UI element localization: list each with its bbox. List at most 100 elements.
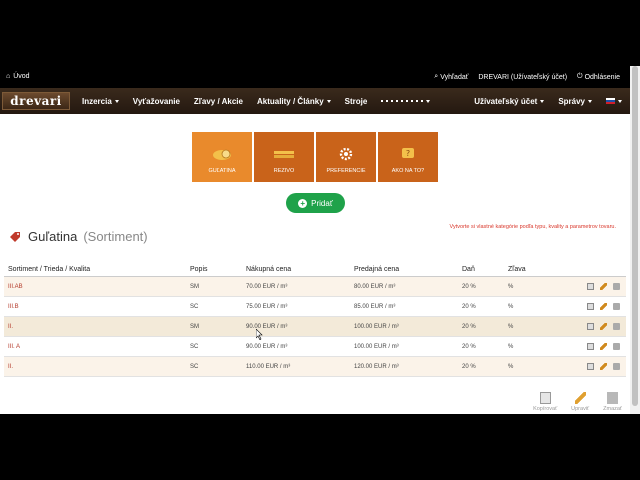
nav-item-aktuality[interactable]: Aktuality / Články xyxy=(257,97,331,106)
pencil-icon[interactable] xyxy=(600,303,607,310)
row-actions xyxy=(584,343,626,350)
trash-icon[interactable] xyxy=(613,323,620,330)
cell-nakup: 90.00 EUR / m³ xyxy=(246,343,288,350)
cell-sortiment[interactable]: II. xyxy=(4,364,190,370)
cell-sortiment[interactable]: III.B xyxy=(4,304,190,310)
trash-icon[interactable] xyxy=(613,283,620,290)
nav-item-messages[interactable]: Správy xyxy=(558,97,592,106)
nav-item-label: Inzercia xyxy=(82,96,112,106)
chevron-down-icon xyxy=(114,99,119,103)
search-link[interactable]: ⌕ Vyhľadať xyxy=(434,73,468,81)
cell-predaj: 80.00 EUR / m³ xyxy=(354,283,396,290)
chevron-down-icon xyxy=(326,99,331,103)
home-label: Úvod xyxy=(13,73,30,80)
grid-icon xyxy=(381,100,424,102)
logo[interactable]: drevari xyxy=(2,92,70,110)
top-bar: ⌂ Úvod ⌕ Vyhľadať DREVARI (Užívateľský ú… xyxy=(0,66,630,88)
pencil-icon[interactable] xyxy=(600,363,607,370)
question-icon: ? xyxy=(397,146,419,162)
bulk-edit-label: Upraviť xyxy=(571,406,590,412)
nav-item-zlavy[interactable]: Zľavy / Akcie xyxy=(194,97,243,106)
log-icon xyxy=(211,146,233,162)
sortiment-table: Sortiment / Trieda / Kvalita Popis Nákup… xyxy=(4,262,626,377)
home-link[interactable]: ⌂ Úvod xyxy=(6,73,30,80)
col-sortiment[interactable]: Sortiment / Trieda / Kvalita xyxy=(4,266,190,273)
pencil-icon xyxy=(574,392,586,404)
col-nakupna-cena[interactable]: Nákupná cena xyxy=(246,266,354,273)
col-popis[interactable]: Popis xyxy=(190,266,246,273)
cell-sortiment[interactable]: III. A xyxy=(4,344,190,350)
page-title-text: Guľatina xyxy=(28,229,78,244)
cell-nakup: 70.00 EUR / m³ xyxy=(246,283,288,290)
table-row[interactable]: II. SC 110.00 EUR / m³ 120.00 EUR / m³ 2… xyxy=(4,357,626,377)
cell-predaj: 120.00 EUR / m³ xyxy=(354,363,399,370)
cell-dan: 20 % xyxy=(462,363,476,370)
apps-menu[interactable] xyxy=(381,97,431,106)
nav-item-inzercia[interactable]: Inzercia xyxy=(82,97,119,106)
chevron-down-icon xyxy=(618,99,622,103)
chevron-down-icon xyxy=(588,99,592,103)
account-link[interactable]: DREVARI (Užívateľský účet) xyxy=(478,74,567,81)
pencil-icon[interactable] xyxy=(600,323,607,330)
nav-right: Užívateľský účet Správy xyxy=(474,97,622,106)
cell-sortiment[interactable]: II. xyxy=(4,324,190,330)
search-label: Vyhľadať xyxy=(440,73,469,81)
hint-text: Vytvorte si vlastné kategórie podľa typu… xyxy=(449,224,616,230)
trash-icon[interactable] xyxy=(613,363,620,370)
bulk-copy-button[interactable]: Kopírovať xyxy=(533,392,557,412)
top-bar-right: ⌕ Vyhľadať DREVARI (Užívateľský účet) ⏻ … xyxy=(434,73,620,81)
row-actions xyxy=(584,283,626,290)
tile-label: AKO NA TO? xyxy=(391,168,425,174)
nav-item-user-account[interactable]: Užívateľský účet xyxy=(474,96,545,106)
col-dan[interactable]: Daň xyxy=(462,266,508,273)
logout-link[interactable]: ⏻ Odhlásenie xyxy=(577,73,620,81)
bulk-edit-button[interactable]: Upraviť xyxy=(571,392,589,412)
nav-item-label: Vyťažovanie xyxy=(132,96,180,106)
pencil-icon[interactable] xyxy=(600,343,607,350)
category-tiles: GUĽATINA REZIVO PREFERENCIE ? AKO NA TO? xyxy=(192,132,438,182)
tile-preferencie[interactable]: PREFERENCIE xyxy=(316,132,376,182)
language-selector[interactable] xyxy=(606,98,622,104)
scrollbar-thumb[interactable] xyxy=(632,66,638,406)
gear-icon xyxy=(335,146,357,162)
pencil-icon[interactable] xyxy=(600,283,607,290)
copy-icon[interactable] xyxy=(587,303,594,310)
table-row[interactable]: III. A SC 90.00 EUR / m³ 100.00 EUR / m³… xyxy=(4,337,626,357)
nav-item-stroje[interactable]: Stroje xyxy=(345,97,368,106)
tile-label: REZIVO xyxy=(273,168,295,174)
table-row[interactable]: II. SM 90.00 EUR / m³ 100.00 EUR / m³ 20… xyxy=(4,317,626,337)
nav-item-label: Správy xyxy=(558,96,585,106)
tile-ako-na-to[interactable]: ? AKO NA TO? xyxy=(378,132,438,182)
cell-zlava: % xyxy=(508,283,514,290)
copy-icon[interactable] xyxy=(587,323,594,330)
nav-item-vytazovanie[interactable]: Vyťažovanie xyxy=(133,97,180,106)
cell-popis: SC xyxy=(190,303,199,310)
cell-sortiment[interactable]: III.AB xyxy=(4,284,190,290)
col-zlava[interactable]: Zľava xyxy=(508,266,584,273)
cell-nakup: 75.00 EUR / m³ xyxy=(246,303,288,310)
add-button[interactable]: + Pridať xyxy=(286,193,345,213)
cell-dan: 20 % xyxy=(462,283,476,290)
table-row[interactable]: III.B SC 75.00 EUR / m³ 85.00 EUR / m³ 2… xyxy=(4,297,626,317)
copy-icon[interactable] xyxy=(587,283,594,290)
tile-rezivo[interactable]: REZIVO xyxy=(254,132,314,182)
trash-icon[interactable] xyxy=(613,303,620,310)
nav-item-label: Užívateľský účet xyxy=(474,96,538,106)
cell-dan: 20 % xyxy=(462,323,476,330)
bulk-delete-button[interactable]: Zmazať xyxy=(603,392,622,412)
tile-label: PREFERENCIE xyxy=(326,168,366,174)
trash-icon[interactable] xyxy=(613,343,620,350)
page-subtitle: (Sortiment) xyxy=(83,229,148,244)
copy-icon[interactable] xyxy=(587,343,594,350)
tag-icon xyxy=(10,231,20,242)
tile-gulatina[interactable]: GUĽATINA xyxy=(192,132,252,182)
cell-popis: SM xyxy=(190,323,199,330)
row-actions xyxy=(584,323,626,330)
scrollbar[interactable] xyxy=(630,66,640,414)
copy-icon xyxy=(539,392,551,404)
col-predajna-cena[interactable]: Predajná cena xyxy=(354,266,462,273)
cell-predaj: 85.00 EUR / m³ xyxy=(354,303,396,310)
table-row[interactable]: III.AB SM 70.00 EUR / m³ 80.00 EUR / m³ … xyxy=(4,277,626,297)
copy-icon[interactable] xyxy=(587,363,594,370)
main-navbar: drevari Inzercia Vyťažovanie Zľavy / Akc… xyxy=(0,88,630,114)
